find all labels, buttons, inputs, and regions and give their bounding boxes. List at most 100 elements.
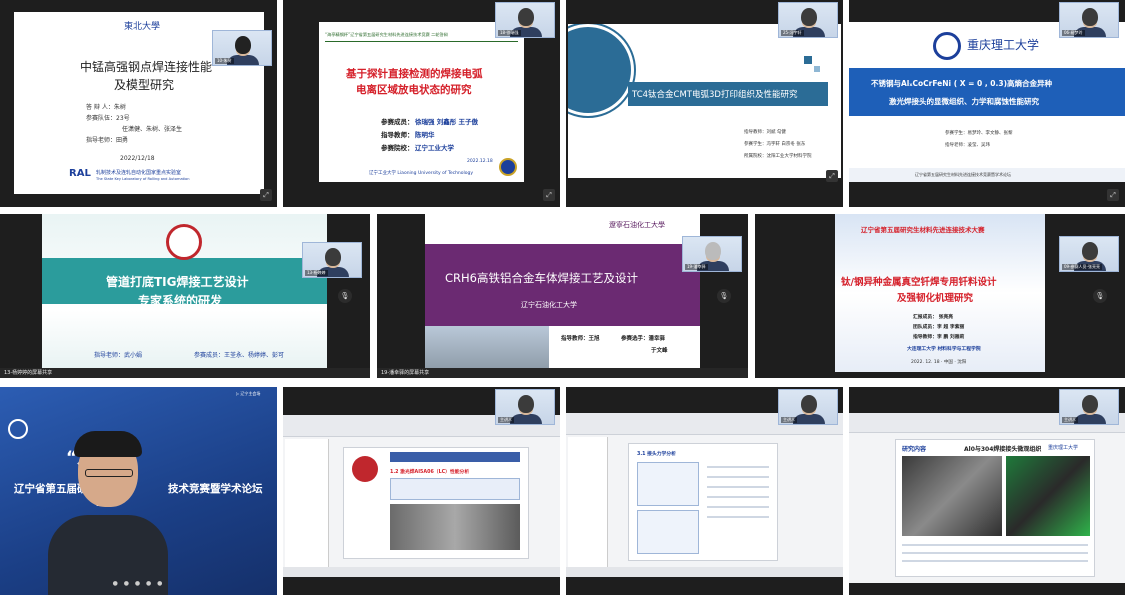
slide-canvas: 研究内容 Al0与304焊接接头微观组织 重庆理工大学 — [895, 439, 1095, 577]
slide-title-line2: 电离区域放电状态的研究 — [356, 84, 472, 96]
university-logo-icon — [933, 32, 961, 60]
slide-title-line2: 及模型研究 — [114, 78, 175, 92]
participant-tile-8[interactable]: “双 杯” 辽宁省第五届研究生 技术竞赛暨学术论坛 20 8 ▷ 辽宁主会场 ●… — [0, 387, 277, 595]
advisor-line: 指导教师：李 鹏 刘雅莉 — [913, 335, 965, 340]
participant-tile-10[interactable]: 3.1 接头力学分析 主讲人 — [566, 387, 843, 595]
slide-header: “海亭精钢杯”辽宁省第五届研究生材料先进连接技术竞赛 二轮答辩 — [325, 32, 448, 37]
school-label: 参赛院校： — [381, 144, 414, 152]
slide-title-line1: 基于探针直接检测的焊接电弧 — [346, 68, 483, 80]
micrograph-image — [902, 456, 1002, 536]
slide-title: CRH6高铁铝合金车体焊接工艺及设计 — [445, 271, 638, 285]
participant-thumbnail[interactable]: 13-杨婷婷 — [302, 242, 362, 278]
event-logo-icon — [8, 419, 28, 439]
school-line: 辽宁石油化工大学 — [521, 301, 577, 309]
data-table — [390, 478, 520, 500]
slide-thumbnails-panel — [285, 439, 329, 573]
speaker-video — [48, 431, 168, 595]
participant-thumbnail[interactable]: 主讲人 — [778, 389, 838, 425]
participant-tile-3[interactable]: TC4钛合金CMT电弧3D打印组织及性能研究 指导教师：刘斌 勾健 参赛学生：冯… — [566, 0, 843, 207]
participant-tile-4[interactable]: 重庆理工大学 不锈钢与AlₓCoCrFeNi ( X = 0 , 0.3)高熵合… — [849, 0, 1125, 207]
chart-panel-a — [637, 462, 699, 506]
participant-tile-11[interactable]: 研究内容 Al0与304焊接接头微观组织 重庆理工大学 主讲人 — [849, 387, 1125, 595]
chart-panel-b — [637, 510, 699, 554]
slide-seal-icon — [568, 24, 634, 116]
participant-thumbnail[interactable]: 10-朱树 — [212, 30, 272, 66]
shared-slide-4: 重庆理工大学 不锈钢与AlₓCoCrFeNi ( X = 0 , 0.3)高熵合… — [849, 22, 1125, 182]
participant-tile-6[interactable]: 遼寧石油化工大學 CRH6高铁铝合金车体焊接工艺及设计 辽宁石油化工大学 指导教… — [377, 214, 748, 378]
members-label: 参赛成员： — [381, 118, 414, 126]
members-line: 参赛成员：王荃永、杨婷婷、彭可 — [194, 352, 285, 359]
slide-heading: 3.1 接头力学分析 — [637, 452, 676, 457]
members-line2: 于文峰 — [651, 348, 668, 354]
slide-banner: 辽宁省第五届研究生材料先进连接技术大赛 — [861, 226, 985, 234]
team-line: 团队成员：李 超 李紫丽 — [913, 325, 965, 330]
campus-photo — [425, 326, 549, 372]
participant-thumbnail[interactable]: 19-潘幸驿 — [682, 236, 742, 272]
lab-name-en: The State Key Laboratory of Rolling and … — [96, 177, 190, 181]
video-conference-grid: 東北大學 中锰高强钢点焊连接性能 及模型研究 答 辩 人：朱树 参赛队伍：23号… — [0, 0, 1125, 595]
live-corner-label: ▷ 辽宁主会场 — [236, 391, 261, 396]
advisor-line: 指导教师：王旭 — [561, 336, 600, 342]
slide-title-line2: 激光焊接头的显微组织、力学和腐蚀性能研究 — [889, 97, 1039, 106]
footer-line: 辽宁工业大学 Liaoning University of Technology — [369, 171, 474, 176]
university-seal-icon — [499, 158, 517, 176]
date-line: 2022.12.18 — [467, 159, 493, 164]
microphone-icon[interactable]: 🎙 — [338, 289, 352, 303]
participant-thumbnail[interactable]: 主讲人 — [1059, 389, 1119, 425]
advisor-line: 指导老师：武小娟 — [94, 352, 143, 359]
pagination-dots: ● ● ● ● ● — [112, 580, 165, 587]
participant-tile-7[interactable]: 辽宁省第五届研究生材料先进连接技术大赛 钛/钢异种金属真空钎焊专用钎料设计 及强… — [755, 214, 1125, 378]
advisor-label: 指导教师： — [381, 131, 414, 139]
members-line: 参赛学生：易梦玲、李文静、张黎 — [945, 131, 1013, 136]
microphone-icon[interactable]: 🎙 — [1093, 289, 1107, 303]
slide-canvas: 3.1 接头力学分析 — [628, 443, 778, 561]
members-line: 任潇健、朱树、张泽生 — [122, 126, 183, 133]
members-line: 参赛选手：潘幸驿 — [621, 336, 666, 342]
slide-title: Al0与304焊接接头微观组织 — [964, 446, 1042, 453]
slide-title-line1: 钛/钢异种金属真空钎焊专用钎料设计 — [841, 277, 997, 288]
footer-line: 辽宁省第五届研究生材料先进连接技术竞赛暨学术论坛 — [915, 172, 1011, 177]
school-logo-icon — [166, 224, 202, 260]
slide-thumbnails-panel — [568, 437, 608, 571]
title-band — [849, 68, 1125, 116]
slide-title-line2: 专家系统的研发 — [138, 294, 223, 308]
slide-heading: 1.2 激光焊AI5A06（LC）性能分析 — [390, 470, 470, 475]
school-logo-text: 重庆理工大学 — [1048, 445, 1079, 451]
participant-thumbnail[interactable]: 25-冯宇轩 — [778, 2, 838, 38]
shared-window-11: 研究内容 Al0与304焊接接头微观组织 重庆理工大学 — [849, 413, 1125, 583]
advisor-line: 指导老师：田勇 — [86, 137, 129, 144]
lab-name-cn: 轧制技术及连轧自动化国家重点实验室 — [96, 170, 182, 176]
participant-thumbnail[interactable]: 主讲人 — [495, 389, 555, 425]
university-logo: 東北大學 — [124, 22, 161, 32]
participant-thumbnail[interactable]: 09-参赛人员-张亮亮 — [1059, 236, 1119, 272]
slide-title-line1: 不锈钢与AlₓCoCrFeNi ( X = 0 , 0.3)高熵合金异种 — [871, 79, 1053, 88]
participant-tile-1[interactable]: 東北大學 中锰高强钢点焊连接性能 及模型研究 答 辩 人：朱树 参赛队伍：23号… — [0, 0, 277, 207]
slide-logo-icon — [352, 456, 378, 482]
school-logo-text: 遼寧石油化工大學 — [609, 221, 665, 229]
advisor-value: 陈明华 — [415, 131, 435, 139]
fullscreen-icon[interactable]: ⤢ — [1107, 189, 1119, 201]
participant-tile-5[interactable]: 管道打底TIG焊接工艺设计 专家系统的研发 指导老师：武小娟 参赛成员：王荃永、… — [0, 214, 370, 378]
date-line: 2022/12/18 — [120, 155, 155, 162]
participant-tile-2[interactable]: “海亭精钢杯”辽宁省第五届研究生材料先进连接技术竞赛 二轮答辩 基于探针直接检测… — [283, 0, 560, 207]
students-line: 参赛学生：冯宇轩 白宗冬 张东 — [744, 142, 806, 147]
event-line1b: 技术竞赛暨学术论坛 — [168, 483, 263, 495]
shared-slide-6: 遼寧石油化工大學 CRH6高铁铝合金车体焊接工艺及设计 辽宁石油化工大学 指导教… — [425, 214, 700, 372]
speaker-line: 答 辩 人：朱树 — [86, 104, 126, 111]
participant-tile-9[interactable]: 1.2 激光焊AI5A06（LC）性能分析 主讲人 — [283, 387, 560, 595]
shared-slide-3: TC4钛合金CMT电弧3D打印组织及性能研究 指导教师：刘斌 勾健 参赛学生：冯… — [568, 24, 841, 178]
fullscreen-icon[interactable]: ⤢ — [826, 170, 838, 182]
date-line: 2022. 12. 18 · 中国 · 沈阳 — [911, 360, 967, 365]
fullscreen-icon[interactable]: ⤢ — [260, 189, 272, 201]
fullscreen-icon[interactable]: ⤢ — [543, 189, 555, 201]
shared-window-10: 3.1 接头力学分析 — [566, 413, 843, 577]
participant-thumbnail[interactable]: 06-易梦玲 — [1059, 2, 1119, 38]
slide-heading: 研究内容 — [902, 446, 927, 453]
school-name: 重庆理工大学 — [967, 38, 1040, 52]
school-line: 大连理工大学 材料科学与工程学院 — [907, 347, 981, 352]
microphone-icon[interactable]: 🎙 — [717, 289, 731, 303]
slide-tabs — [390, 452, 520, 462]
participant-thumbnail[interactable]: 18-徐瑞强 — [495, 2, 555, 38]
shared-slide-5: 管道打底TIG焊接工艺设计 专家系统的研发 指导老师：武小娟 参赛成员：王荃永、… — [42, 214, 327, 374]
advisor-line: 指导老师：凌莹、吴玮 — [945, 143, 990, 148]
